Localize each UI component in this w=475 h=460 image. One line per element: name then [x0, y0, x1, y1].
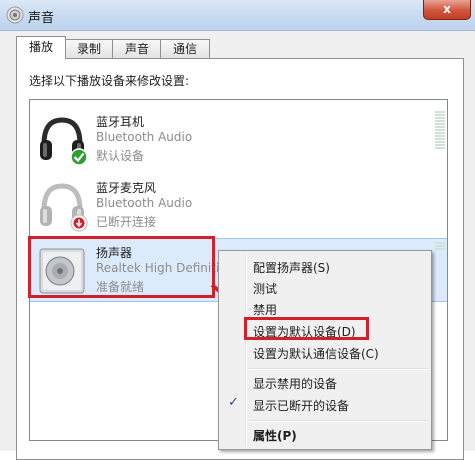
volume-meter [435, 111, 445, 150]
menu-item-show-disconnected[interactable]: 显示已断开的设备 [253, 397, 349, 414]
tab-communications[interactable]: 通信 [160, 39, 210, 58]
green-check-icon [70, 148, 88, 169]
tab-playback[interactable]: 播放 [16, 36, 66, 59]
menu-item-set-default-comm[interactable]: 设置为默认通信设备(C) [253, 345, 379, 362]
menu-item-disable[interactable]: 禁用 [253, 301, 277, 318]
device-status: 默认设备 [96, 149, 145, 163]
tab-sounds[interactable]: 声音 [112, 39, 162, 58]
tab-recording[interactable]: 录制 [64, 39, 114, 58]
menu-item-test[interactable]: 测试 [253, 280, 277, 297]
menu-item-configure-speakers[interactable]: 配置扬声器(S) [253, 259, 330, 276]
device-type: Bluetooth Audio [96, 130, 193, 144]
context-menu: 配置扬声器(S) 测试 禁用 设置为默认设备(D) 设置为默认通信设备(C) 显… [218, 250, 432, 450]
set-default-highlight-box [244, 317, 369, 340]
device-bluetooth-headset[interactable]: 蓝牙耳机 Bluetooth Audio 默认设备 [30, 108, 447, 170]
device-status: 已断开连接 [96, 215, 157, 229]
device-name: 蓝牙耳机 [96, 115, 145, 129]
red-down-arrow-icon [70, 214, 88, 235]
device-name: 蓝牙麦克风 [96, 181, 157, 195]
volume-meter [435, 242, 445, 251]
speaker-highlight-box [28, 236, 215, 298]
menu-separator [249, 420, 427, 422]
close-icon: x [443, 2, 451, 16]
menu-item-properties[interactable]: 属性(P) [253, 427, 297, 444]
title-bar: 声音 x [0, 0, 475, 31]
menu-item-show-disabled[interactable]: 显示禁用的设备 [253, 375, 337, 392]
instruction-text: 选择以下播放设备来修改设置: [29, 74, 190, 88]
speaker-app-icon [6, 6, 24, 27]
device-type: Bluetooth Audio [96, 196, 193, 210]
menu-gutter [245, 253, 247, 447]
close-button[interactable]: x [423, 0, 471, 20]
checkmark-icon: ✓ [228, 395, 239, 410]
menu-separator [249, 368, 427, 370]
window-title: 声音 [28, 11, 55, 26]
device-bluetooth-mic[interactable]: 蓝牙麦克风 Bluetooth Audio 已断开连接 [30, 174, 447, 236]
